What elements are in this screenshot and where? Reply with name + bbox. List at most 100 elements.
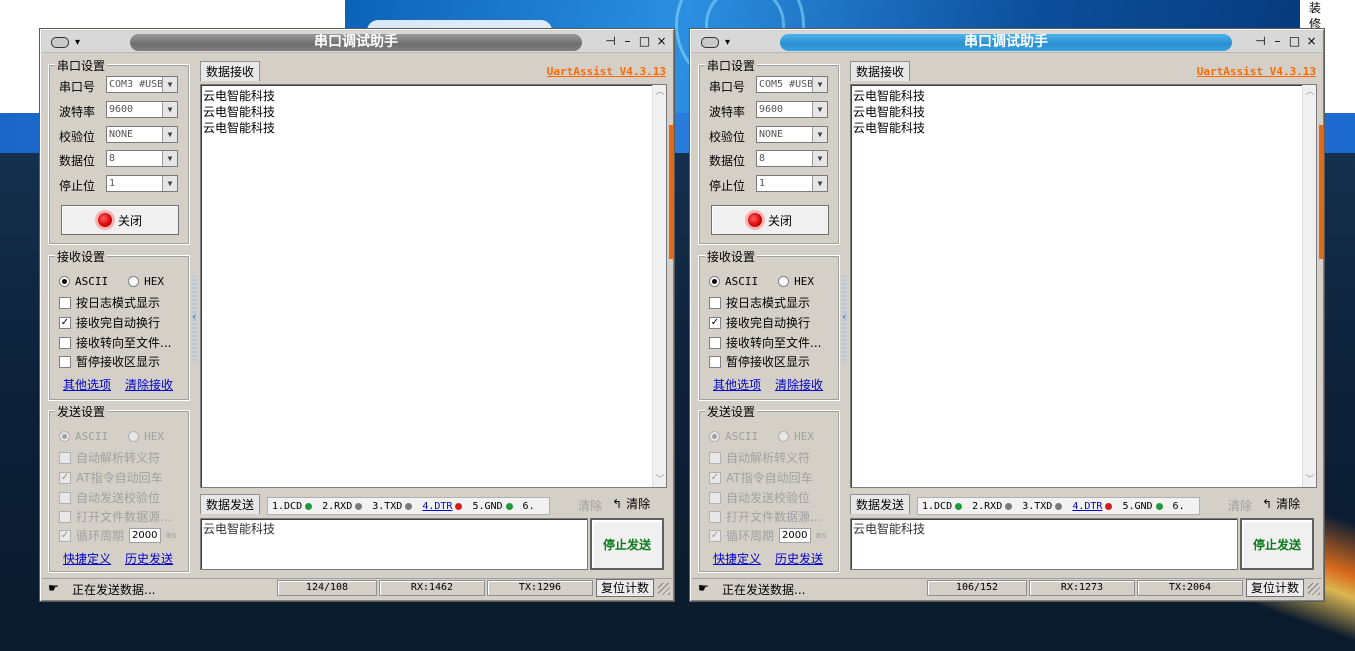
- period-input[interactable]: 2000: [779, 528, 812, 543]
- send-hex-radio[interactable]: [128, 431, 140, 442]
- file-source-option[interactable]: 打开文件数据源...: [709, 508, 821, 525]
- checksum-option[interactable]: 自动发送校验位: [709, 489, 810, 506]
- other-options-link[interactable]: 其他选项: [63, 376, 111, 393]
- at-return-checkbox[interactable]: ✓: [59, 471, 71, 484]
- cycle-option[interactable]: ✓ 循环周期 2000 ms: [59, 527, 177, 544]
- auto-wrap-option[interactable]: ✓ 接收完自动换行: [59, 314, 160, 331]
- recv-ascii-radio[interactable]: [709, 276, 720, 287]
- at-return-checkbox[interactable]: ✓: [709, 471, 721, 484]
- port-select[interactable]: COM3 #USB ▼: [106, 76, 178, 93]
- shortcut-define-link[interactable]: 快捷定义: [63, 550, 111, 567]
- pin-dtr-toggle[interactable]: 4.DTR: [1072, 501, 1113, 512]
- receive-textarea[interactable]: 云电智能科技 云电智能科技 云电智能科技 ︿ ﹀: [850, 84, 1317, 488]
- parity-select[interactable]: NONE ▼: [106, 126, 178, 143]
- send-history-link[interactable]: 历史发送: [775, 550, 823, 567]
- title-bar[interactable]: ▾ 串口调试助手 ⊣ – □ ×: [42, 31, 672, 53]
- pause-display-checkbox[interactable]: [59, 355, 71, 368]
- databits-select[interactable]: 8 ▼: [106, 150, 178, 167]
- escape-checkbox[interactable]: [59, 451, 71, 464]
- log-mode-checkbox[interactable]: [709, 296, 721, 309]
- log-mode-option[interactable]: 按日志模式显示: [709, 294, 810, 311]
- receive-scrollbar[interactable]: ︿ ﹀: [1302, 85, 1316, 487]
- recv-to-file-checkbox[interactable]: [709, 336, 721, 349]
- recv-to-file-option[interactable]: 接收转向至文件...: [59, 334, 171, 351]
- send-textarea[interactable]: 云电智能科技: [850, 518, 1238, 570]
- clear-send-button[interactable]: ↰ 清除: [1262, 495, 1300, 512]
- resize-grip-icon[interactable]: [1308, 583, 1320, 595]
- recv-hex-radio[interactable]: [778, 276, 790, 287]
- send-hex-radio[interactable]: [778, 431, 790, 442]
- close-port-button[interactable]: 关闭: [61, 205, 179, 235]
- pin-icon[interactable]: ⊣: [604, 34, 617, 49]
- close-port-button[interactable]: 关闭: [711, 205, 829, 235]
- send-ascii-radio[interactable]: [59, 431, 70, 442]
- pause-display-option[interactable]: 暂停接收区显示: [59, 353, 160, 370]
- auto-wrap-option[interactable]: ✓ 接收完自动换行: [709, 314, 810, 331]
- maximize-icon[interactable]: □: [1288, 34, 1301, 49]
- send-history-link[interactable]: 历史发送: [125, 550, 173, 567]
- reset-count-button[interactable]: 复位计数: [1246, 579, 1304, 597]
- file-source-checkbox[interactable]: [59, 510, 71, 523]
- checksum-checkbox[interactable]: [59, 491, 71, 504]
- tab-data-send[interactable]: 数据发送: [850, 494, 911, 514]
- stop-send-button[interactable]: 停止发送: [1240, 518, 1314, 570]
- pin-icon[interactable]: ⊣: [1254, 34, 1267, 49]
- send-textarea[interactable]: 云电智能科技: [200, 518, 588, 570]
- log-mode-checkbox[interactable]: [59, 296, 71, 309]
- recv-to-file-checkbox[interactable]: [59, 336, 71, 349]
- tab-data-receive[interactable]: 数据接收: [850, 61, 911, 81]
- recv-ascii-radio[interactable]: [59, 276, 70, 287]
- tab-data-receive[interactable]: 数据接收: [200, 61, 261, 81]
- checksum-option[interactable]: 自动发送校验位: [59, 489, 160, 506]
- title-bar[interactable]: ▾ 串口调试助手 ⊣ – □ ×: [692, 31, 1322, 53]
- maximize-icon[interactable]: □: [638, 34, 651, 49]
- system-menu-button[interactable]: ▾: [46, 34, 108, 50]
- shortcut-define-link[interactable]: 快捷定义: [713, 550, 761, 567]
- parity-select[interactable]: NONE ▼: [756, 126, 828, 143]
- close-icon[interactable]: ×: [1305, 34, 1318, 49]
- scroll-down-icon[interactable]: ﹀: [1303, 473, 1317, 487]
- databits-select[interactable]: 8 ▼: [756, 150, 828, 167]
- version-link[interactable]: UartAssist V4.3.13: [547, 65, 666, 78]
- file-source-checkbox[interactable]: [709, 510, 721, 523]
- system-menu-button[interactable]: ▾: [696, 34, 758, 50]
- send-ascii-radio[interactable]: [709, 431, 720, 442]
- minimize-icon[interactable]: –: [621, 34, 634, 49]
- port-select[interactable]: COM5 #USB ▼: [756, 76, 828, 93]
- recv-hex-radio[interactable]: [128, 276, 140, 287]
- clear-receive-link[interactable]: 清除接收: [775, 376, 823, 393]
- clear-receive-link[interactable]: 清除接收: [125, 376, 173, 393]
- tab-data-send[interactable]: 数据发送: [200, 494, 261, 514]
- auto-wrap-checkbox[interactable]: ✓: [59, 316, 71, 329]
- scroll-up-icon[interactable]: ︿: [1303, 85, 1317, 99]
- at-return-option[interactable]: ✓ AT指令自动回车: [709, 469, 813, 486]
- clear-send-button[interactable]: ↰ 清除: [612, 495, 650, 512]
- baud-select[interactable]: 9600 ▼: [756, 101, 828, 118]
- recv-to-file-option[interactable]: 接收转向至文件...: [709, 334, 821, 351]
- stop-send-button[interactable]: 停止发送: [590, 518, 664, 570]
- receive-textarea[interactable]: 云电智能科技 云电智能科技 云电智能科技 ︿ ﹀: [200, 84, 667, 488]
- scroll-up-icon[interactable]: ︿: [653, 85, 667, 99]
- file-source-option[interactable]: 打开文件数据源...: [59, 508, 171, 525]
- pin-dtr-toggle[interactable]: 4.DTR: [422, 501, 463, 512]
- log-mode-option[interactable]: 按日志模式显示: [59, 294, 160, 311]
- cycle-checkbox[interactable]: ✓: [709, 529, 721, 542]
- collapse-left-icon[interactable]: ‹: [842, 310, 846, 323]
- reset-count-button[interactable]: 复位计数: [596, 579, 654, 597]
- minimize-icon[interactable]: –: [1271, 34, 1284, 49]
- collapse-left-icon[interactable]: ‹: [192, 310, 196, 323]
- pause-display-checkbox[interactable]: [709, 355, 721, 368]
- escape-checkbox[interactable]: [709, 451, 721, 464]
- checksum-checkbox[interactable]: [709, 491, 721, 504]
- cycle-checkbox[interactable]: ✓: [59, 529, 71, 542]
- scroll-down-icon[interactable]: ﹀: [653, 473, 667, 487]
- receive-scrollbar[interactable]: ︿ ﹀: [652, 85, 666, 487]
- escape-option[interactable]: 自动解析转义符: [59, 449, 160, 466]
- pause-display-option[interactable]: 暂停接收区显示: [709, 353, 810, 370]
- stopbits-select[interactable]: 1 ▼: [106, 175, 178, 192]
- baud-select[interactable]: 9600 ▼: [106, 101, 178, 118]
- escape-option[interactable]: 自动解析转义符: [709, 449, 810, 466]
- stopbits-select[interactable]: 1 ▼: [756, 175, 828, 192]
- cycle-option[interactable]: ✓ 循环周期 2000 ms: [709, 527, 827, 544]
- resize-grip-icon[interactable]: [658, 583, 670, 595]
